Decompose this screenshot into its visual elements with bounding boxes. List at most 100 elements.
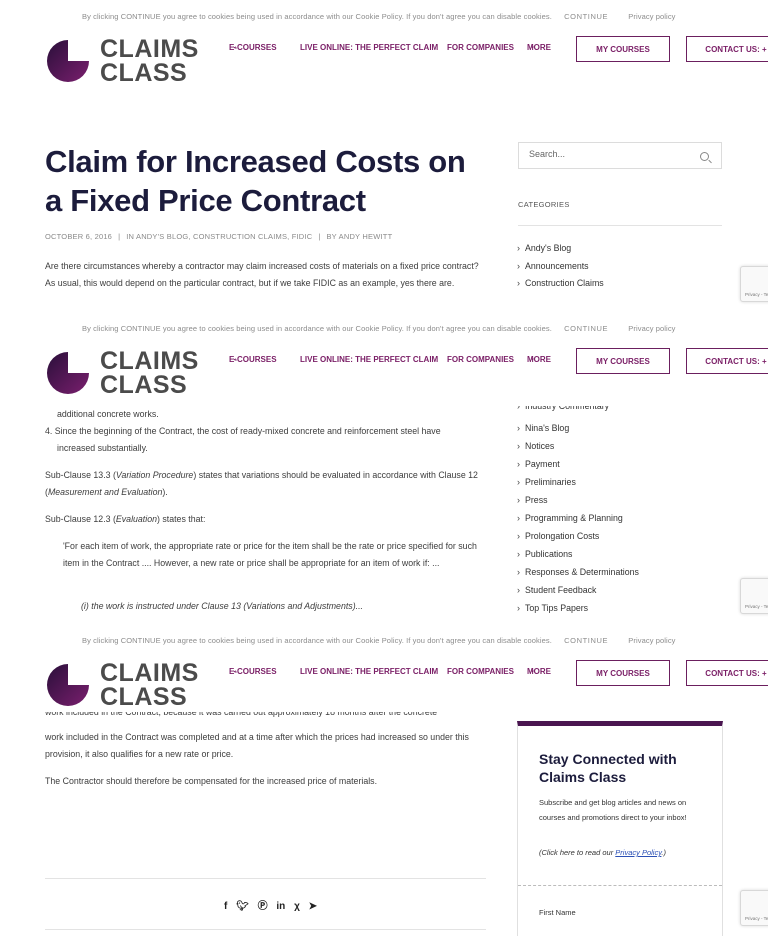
telegram-icon[interactable]: ➤ [309, 901, 317, 912]
article-intro: Are there circumstances whereby a contra… [45, 261, 479, 288]
cookie-continue-link[interactable]: CONTINUE [564, 324, 608, 333]
search-placeholder: Search... [529, 149, 566, 159]
category-item[interactable]: › Programming & Planning [517, 513, 623, 523]
nav-live-online[interactable]: LIVE ONLINE: THE PERFECT CLAIM [300, 43, 438, 52]
category-item[interactable]: › Publications [517, 549, 572, 559]
viewport-band-3: By clicking CONTINUE you agree to cookie… [0, 624, 768, 936]
newsletter-title: Stay Connected with Claims Class [539, 751, 677, 785]
divider [518, 885, 722, 886]
nav-for-companies[interactable]: FOR COMPANIES [447, 667, 514, 676]
search-icon[interactable] [700, 152, 709, 161]
cookie-privacy-link[interactable]: Privacy policy [628, 324, 675, 333]
logo-line-2: CLASS [100, 683, 188, 711]
divider [45, 929, 486, 930]
claims-class-logo[interactable]: CLAIMS CLASS [45, 661, 205, 711]
cookie-notice: By clicking CONTINUE you agree to cookie… [82, 324, 676, 333]
pinterest-icon[interactable]: Ⓟ [258, 901, 268, 912]
search-input[interactable]: Search... [518, 142, 722, 169]
chevron-right-icon: › [517, 243, 520, 253]
article-quote: 'For each item of work, the appropriate … [63, 541, 477, 568]
cookie-continue-link[interactable]: CONTINUE [564, 636, 608, 645]
category-label: Andy's Blog [525, 243, 572, 253]
article-paragraph: additional concrete works. [57, 409, 159, 419]
contact-us-button[interactable]: CONTACT US: + [686, 660, 768, 686]
category-item[interactable]: › Responses & Determinations [517, 567, 639, 577]
recaptcha-badge[interactable]: Privacy - Terms [740, 266, 768, 302]
article-title: Claim for Increased Costs on a Fixed Pri… [45, 144, 466, 218]
linkedin-icon[interactable]: in [276, 901, 285, 912]
chevron-right-icon: › [517, 441, 520, 451]
recaptcha-badge[interactable]: Privacy - Terms [740, 578, 768, 614]
category-label: Programming & Planning [525, 513, 623, 523]
category-label: Notices [525, 441, 555, 451]
cookie-notice: By clicking CONTINUE you agree to cookie… [82, 636, 676, 645]
category-item[interactable]: › Payment [517, 459, 560, 469]
category-label: Top Tips Papers [525, 603, 589, 613]
category-item[interactable]: › Andy's Blog [517, 243, 571, 253]
chevron-right-icon: › [517, 585, 520, 595]
article-categories[interactable]: IN ANDY'S BLOG, CONSTRUCTION CLAIMS, FID… [126, 232, 312, 241]
category-item[interactable]: › Nina's Blog [517, 423, 569, 433]
chevron-down-icon: ⌄ [530, 356, 536, 362]
chevron-right-icon: › [517, 459, 520, 469]
logo-wordmark: CLAIMS CLASS [100, 349, 199, 398]
category-label: Responses & Determinations [525, 567, 639, 577]
claims-class-logo[interactable]: CLAIMS CLASS [45, 37, 205, 86]
chevron-right-icon: › [517, 495, 520, 505]
my-courses-button[interactable]: MY COURSES [576, 660, 670, 686]
logo-mark-icon [47, 664, 89, 706]
category-item[interactable]: › Notices [517, 441, 554, 451]
chevron-down-icon: ⌄ [530, 668, 536, 674]
category-label: Publications [525, 549, 573, 559]
category-label: Construction Claims [525, 278, 604, 289]
claims-class-logo[interactable]: CLAIMS CLASS [45, 349, 205, 398]
nav-live-online[interactable]: LIVE ONLINE: THE PERFECT CLAIM [300, 355, 438, 364]
viewport-band-2: By clicking CONTINUE you agree to cookie… [0, 312, 768, 624]
my-courses-button[interactable]: MY COURSES [576, 348, 670, 374]
cookie-privacy-link[interactable]: Privacy policy [628, 636, 675, 645]
cookie-notice-text: By clicking CONTINUE you agree to cookie… [82, 636, 552, 645]
article-paragraph: Sub-Clause 13.3 (Variation Procedure) st… [45, 470, 478, 497]
viewport-band-1: By clicking CONTINUE you agree to cookie… [0, 0, 768, 312]
nav-live-online[interactable]: LIVE ONLINE: THE PERFECT CLAIM [300, 667, 438, 676]
cookie-privacy-link[interactable]: Privacy policy [628, 12, 675, 21]
article-list-item: 4. Since the beginning of the Contract, … [45, 426, 441, 436]
article-author[interactable]: BY ANDY HEWITT [326, 232, 392, 241]
chevron-right-icon: › [517, 531, 520, 541]
category-item[interactable]: › Announcements [517, 261, 589, 271]
category-item[interactable]: › Construction Claims [517, 278, 604, 288]
nav-for-companies[interactable]: FOR COMPANIES [447, 355, 514, 364]
chevron-down-icon: ⌄ [232, 44, 238, 50]
nav-for-companies[interactable]: FOR COMPANIES [447, 43, 514, 52]
newsletter-text: Subscribe and get blog articles and news… [539, 798, 687, 822]
chevron-down-icon: ⌄ [232, 356, 238, 362]
category-item[interactable]: › Top Tips Papers [517, 603, 588, 613]
privacy-policy-link[interactable]: Privacy Policy [615, 848, 661, 857]
chevron-right-icon: › [517, 567, 520, 577]
category-item[interactable]: › Industry Commentary [517, 406, 609, 415]
contact-us-button[interactable]: CONTACT US: + [686, 36, 768, 62]
meta-separator: | [318, 232, 321, 241]
xing-icon[interactable]: χ [294, 901, 300, 912]
article-conclusion: The Contractor should therefore be compe… [45, 776, 378, 786]
category-label: Student Feedback [525, 585, 597, 595]
twitter-icon[interactable]: 🐦︎ [236, 901, 249, 912]
article-paragraph: work included in the Contract was comple… [45, 732, 469, 759]
facebook-icon[interactable]: f [224, 901, 227, 912]
category-item[interactable]: › Student Feedback [517, 585, 596, 595]
category-item[interactable]: › Preliminaries [517, 477, 576, 487]
category-label: Preliminaries [525, 477, 576, 487]
chevron-right-icon: › [517, 406, 520, 411]
cookie-notice-text: By clicking CONTINUE you agree to cookie… [82, 12, 552, 21]
contact-us-button[interactable]: CONTACT US: + [686, 348, 768, 374]
chevron-right-icon: › [517, 603, 520, 613]
category-item[interactable]: › Press [517, 495, 548, 505]
category-label: Nina's Blog [525, 423, 570, 433]
article-paragraph-partial: work included in the Contract, because i… [45, 712, 438, 717]
cookie-continue-link[interactable]: CONTINUE [564, 12, 608, 21]
newsletter-privacy-note: (Click here to read our Privacy Policy.) [539, 848, 667, 857]
recaptcha-badge[interactable]: Privacy - Terms [740, 890, 768, 926]
logo-wordmark: CLAIMS CLASS [100, 37, 199, 86]
my-courses-button[interactable]: MY COURSES [576, 36, 670, 62]
category-item[interactable]: › Prolongation Costs [517, 531, 599, 541]
